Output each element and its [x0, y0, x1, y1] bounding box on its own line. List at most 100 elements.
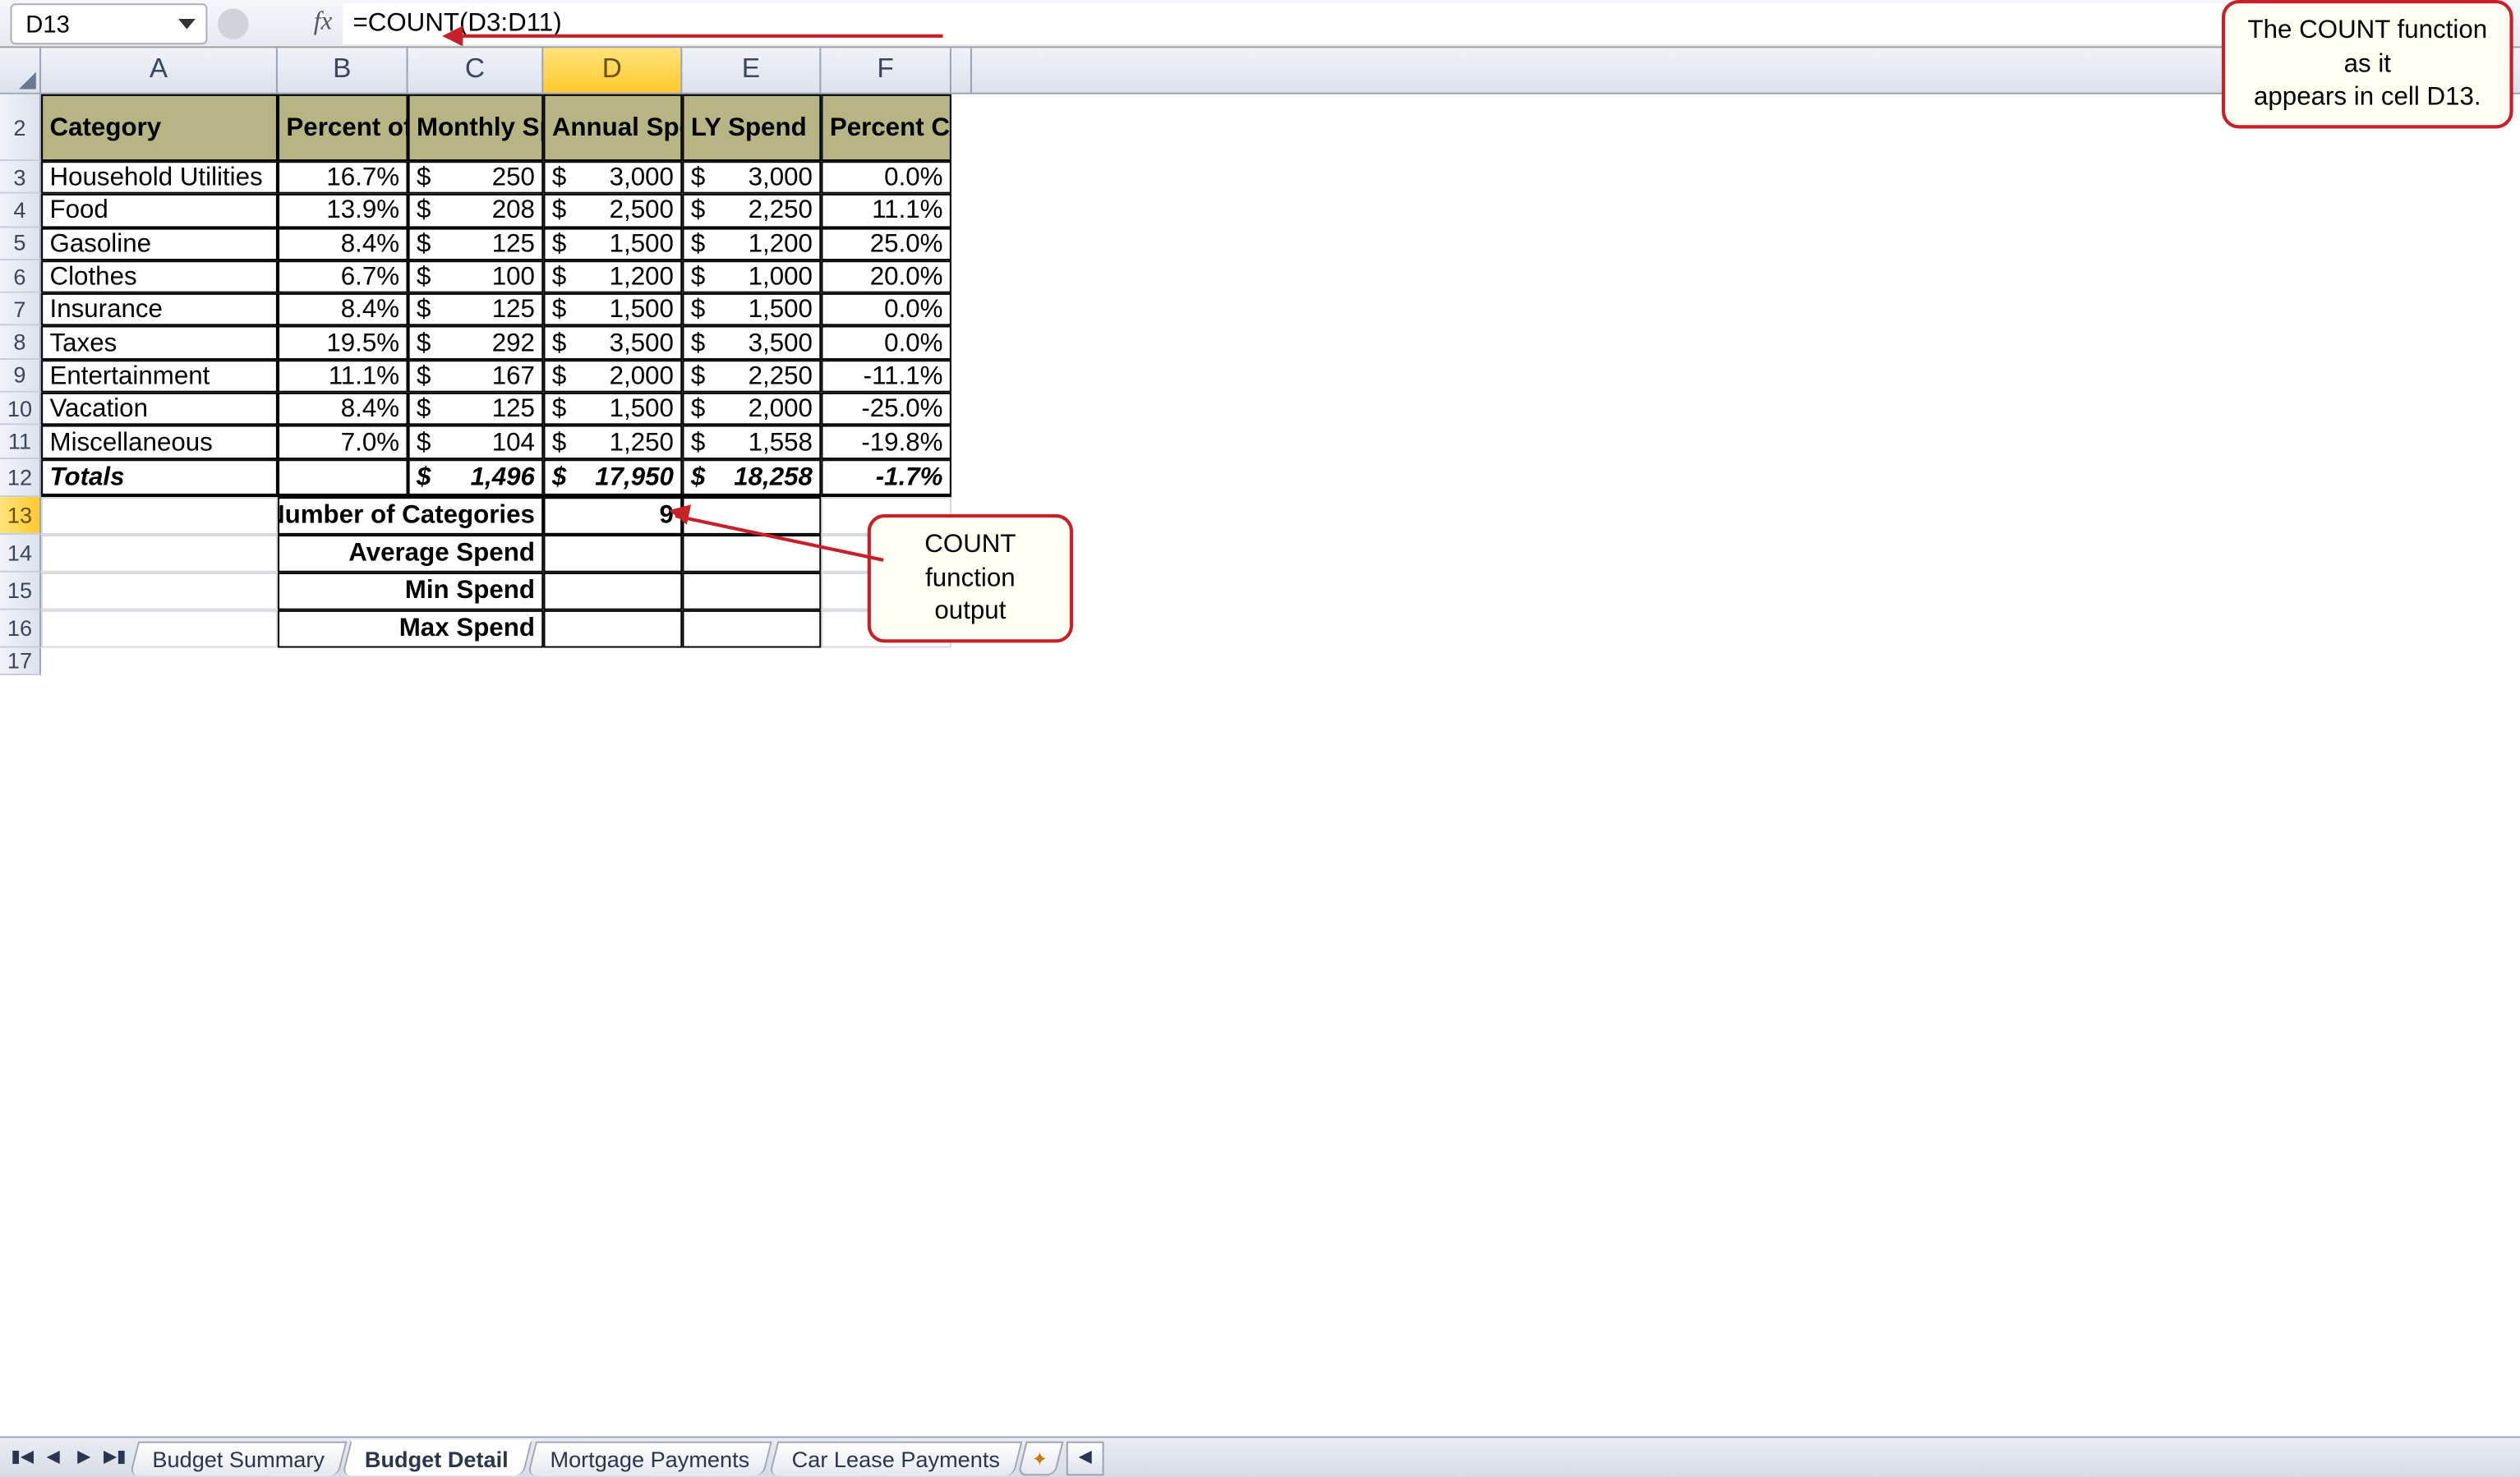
cell-F7[interactable]: 0.0%: [821, 293, 951, 326]
cell-A4[interactable]: Food: [41, 194, 278, 227]
cell-B10[interactable]: 8.4%: [278, 393, 408, 426]
cell-A13[interactable]: [41, 496, 278, 534]
tab-mortgage-payments[interactable]: Mortgage Payments: [527, 1441, 773, 1475]
cell-C7[interactable]: $125: [408, 293, 544, 326]
row-header-13[interactable]: 13: [0, 496, 41, 534]
cell-E13[interactable]: [682, 496, 821, 534]
row-header-17[interactable]: 17: [0, 647, 41, 674]
row-header-2[interactable]: 2: [0, 94, 41, 161]
col-header-D[interactable]: D: [543, 48, 682, 92]
header-monthly-spend[interactable]: Monthly Spend: [408, 94, 544, 161]
col-header-E[interactable]: E: [682, 48, 821, 92]
cell-D13[interactable]: 9: [543, 496, 682, 534]
cell-A3[interactable]: Household Utilities: [41, 161, 278, 194]
row-header-14[interactable]: 14: [0, 534, 41, 572]
cell-C12-total[interactable]: $1,496: [408, 458, 544, 496]
cell-A9[interactable]: Entertainment: [41, 360, 278, 393]
cell-D15[interactable]: [543, 572, 682, 610]
cell-A10[interactable]: Vacation: [41, 393, 278, 426]
cell-E12-total[interactable]: $18,258: [682, 458, 821, 496]
cell-A8[interactable]: Taxes: [41, 326, 278, 359]
cell-F9[interactable]: -11.1%: [821, 360, 951, 393]
name-box[interactable]: D13: [11, 2, 208, 44]
cell-row17[interactable]: [41, 647, 972, 674]
cell-D3[interactable]: $3,000: [543, 161, 682, 194]
row-header-8[interactable]: 8: [0, 326, 41, 359]
cell-F10[interactable]: -25.0%: [821, 393, 951, 426]
row-header-12[interactable]: 12: [0, 458, 41, 496]
cell-B11[interactable]: 7.0%: [278, 426, 408, 458]
header-category[interactable]: Category: [41, 94, 278, 161]
tab-budget-detail[interactable]: Budget Detail: [343, 1440, 533, 1476]
cell-C8[interactable]: $292: [408, 326, 544, 359]
cell-E6[interactable]: $1,000: [682, 260, 821, 293]
cell-E9[interactable]: $2,250: [682, 360, 821, 393]
row-header-9[interactable]: 9: [0, 360, 41, 393]
cell-B8[interactable]: 19.5%: [278, 326, 408, 359]
select-all-corner[interactable]: [0, 48, 41, 92]
cell-C4[interactable]: $208: [408, 194, 544, 227]
cell-D6[interactable]: $1,200: [543, 260, 682, 293]
row-header-4[interactable]: 4: [0, 194, 41, 227]
cell-C11[interactable]: $104: [408, 426, 544, 458]
cell-F4[interactable]: 11.1%: [821, 194, 951, 227]
cell-B3[interactable]: 16.7%: [278, 161, 408, 194]
cell-D16[interactable]: [543, 610, 682, 647]
cell-D9[interactable]: $2,000: [543, 360, 682, 393]
cell-BC15-label[interactable]: Min Spend: [278, 572, 543, 610]
cell-A14[interactable]: [41, 534, 278, 572]
cell-A7[interactable]: Insurance: [41, 293, 278, 326]
cell-F6[interactable]: 20.0%: [821, 260, 951, 293]
row-header-5[interactable]: 5: [0, 228, 41, 260]
header-percent-total[interactable]: Percent of Total: [278, 94, 408, 161]
name-box-dropdown-icon[interactable]: [178, 18, 196, 29]
col-header-B[interactable]: B: [278, 48, 408, 92]
cell-D11[interactable]: $1,250: [543, 426, 682, 458]
col-header-A[interactable]: A: [41, 48, 278, 92]
row-header-7[interactable]: 7: [0, 293, 41, 326]
tab-car-lease-payments[interactable]: Car Lease Payments: [768, 1441, 1023, 1475]
col-header-C[interactable]: C: [408, 48, 544, 92]
cell-E3[interactable]: $3,000: [682, 161, 821, 194]
cell-A11[interactable]: Miscellaneous: [41, 426, 278, 458]
cell-D10[interactable]: $1,500: [543, 393, 682, 426]
cell-E4[interactable]: $2,250: [682, 194, 821, 227]
cell-E14[interactable]: [682, 534, 821, 572]
cell-E10[interactable]: $2,000: [682, 393, 821, 426]
col-header-F[interactable]: F: [821, 48, 951, 92]
cell-F12-total[interactable]: -1.7%: [821, 458, 951, 496]
tab-nav-last-icon[interactable]: ▶▮: [99, 1442, 131, 1474]
cell-BC14-label[interactable]: Average Spend: [278, 534, 543, 572]
cell-B6[interactable]: 6.7%: [278, 260, 408, 293]
cancel-formula-icon[interactable]: [218, 7, 249, 39]
tab-budget-summary[interactable]: Budget Summary: [130, 1441, 348, 1475]
row-header-10[interactable]: 10: [0, 393, 41, 426]
cell-A6[interactable]: Clothes: [41, 260, 278, 293]
cell-E7[interactable]: $1,500: [682, 293, 821, 326]
cell-B5[interactable]: 8.4%: [278, 228, 408, 260]
cell-A16[interactable]: [41, 610, 278, 647]
row-header-3[interactable]: 3: [0, 161, 41, 194]
tab-nav-next-icon[interactable]: ▶: [68, 1442, 99, 1474]
cell-E5[interactable]: $1,200: [682, 228, 821, 260]
hscroll-left-icon[interactable]: ◀: [1067, 1441, 1104, 1475]
cell-B12[interactable]: [278, 458, 408, 496]
fx-icon[interactable]: fx: [314, 8, 333, 37]
tab-nav-prev-icon[interactable]: ◀: [38, 1442, 69, 1474]
cell-BC13-label[interactable]: Number of Categories: [278, 496, 543, 534]
new-sheet-icon[interactable]: ✦: [1017, 1441, 1063, 1475]
header-annual-spend[interactable]: Annual Spend: [543, 94, 682, 161]
cell-D4[interactable]: $2,500: [543, 194, 682, 227]
cell-D14[interactable]: [543, 534, 682, 572]
col-header-G[interactable]: [951, 48, 972, 92]
cell-F11[interactable]: -19.8%: [821, 426, 951, 458]
cell-C9[interactable]: $167: [408, 360, 544, 393]
cell-E15[interactable]: [682, 572, 821, 610]
tab-nav-first-icon[interactable]: ▮◀: [7, 1442, 38, 1474]
cell-BC16-label[interactable]: Max Spend: [278, 610, 543, 647]
header-percent-change[interactable]: Percent Change: [821, 94, 951, 161]
row-header-6[interactable]: 6: [0, 260, 41, 293]
cell-B7[interactable]: 8.4%: [278, 293, 408, 326]
row-header-11[interactable]: 11: [0, 426, 41, 458]
header-ly-spend[interactable]: LY Spend: [682, 94, 821, 161]
